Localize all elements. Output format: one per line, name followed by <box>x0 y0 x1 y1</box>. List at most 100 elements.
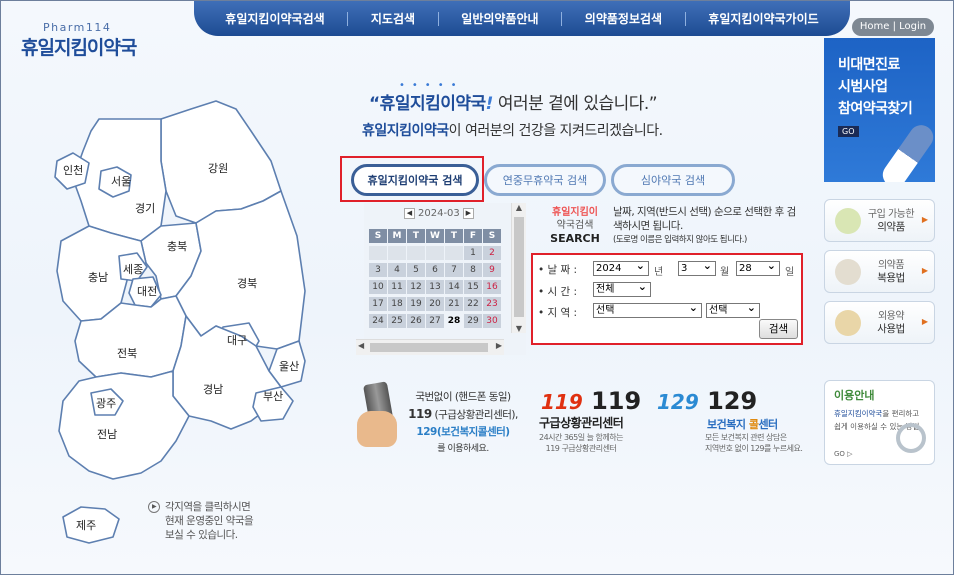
scroll-down-icon[interactable]: ▼ <box>512 324 526 333</box>
emergency-line: 129(보건복지콜센터) <box>399 424 527 441</box>
logo-119-mark: 119 <box>541 390 583 414</box>
scroll-left-icon[interactable]: ◀ <box>358 341 364 350</box>
calendar-day[interactable]: 6 <box>426 263 444 277</box>
calendar-vertical-scrollbar[interactable]: ▲ ▼ <box>511 203 526 333</box>
calendar-day[interactable]: 11 <box>388 280 406 294</box>
day-select[interactable]: 28 <box>736 261 780 276</box>
slogan-rest: 이 여러분의 건강을 지켜드리겠습니다. <box>448 123 663 139</box>
map-hint-line: 각지역을 클릭하시면 <box>165 501 251 513</box>
calendar-day[interactable]: 12 <box>407 280 425 294</box>
home-login-link[interactable]: Home | Login <box>852 18 934 36</box>
map-region-jeonnam[interactable] <box>58 370 190 480</box>
calendar-day[interactable]: 28 <box>445 314 463 328</box>
calendar-day[interactable]: 2 <box>483 246 501 260</box>
desc-129-line: 모든 보건복지 관련 상담은 <box>705 433 787 442</box>
emergency-line: 를 이용하세요. <box>437 444 489 454</box>
otc-drugs-button[interactable]: 구입 가능한 의약품 ▶ <box>824 199 935 242</box>
year-unit: 년 <box>654 267 664 278</box>
search-note: (도로명 이름은 입력하지 않아도 됩니다.) <box>613 235 747 245</box>
desc-119: 24시간 365일 늘 함께하는 119 구급상황관리센터 <box>539 432 623 454</box>
calendar-weekday: F <box>464 229 482 243</box>
calendar-day[interactable]: 4 <box>388 263 406 277</box>
scroll-right-icon[interactable]: ▶ <box>496 341 502 350</box>
calendar-day[interactable]: 23 <box>483 297 501 311</box>
calendar-day[interactable]: 15 <box>464 280 482 294</box>
year-select[interactable]: 2024 <box>593 261 649 276</box>
calendar-day[interactable]: 22 <box>464 297 482 311</box>
map-label-gyeongnam: 경남 <box>203 383 223 396</box>
search-description: 날짜, 지역(반드시 선택) 순으로 선택한 후 검색하시면 됩니다. <box>613 206 796 232</box>
nav-drug-info[interactable]: 의약품정보검색 <box>585 10 662 27</box>
prev-month-icon[interactable]: ◀ <box>404 208 415 219</box>
calendar-day[interactable]: 27 <box>426 314 444 328</box>
nav-otc-guide[interactable]: 일반의약품안내 <box>461 10 538 27</box>
calendar-day[interactable]: 20 <box>426 297 444 311</box>
tab-night-pharmacy[interactable]: 심야약국 검색 <box>611 164 735 196</box>
korea-map: 인천 서울 경기 강원 충북 세종 충남 대전 경북 대구 전북 울산 경남 부… <box>54 100 306 544</box>
calendar-day[interactable]: 3 <box>369 263 387 277</box>
scroll-thumb[interactable] <box>370 343 488 352</box>
search-button[interactable]: 검색 <box>759 319 798 339</box>
calendar-day[interactable]: 29 <box>464 314 482 328</box>
nav-holiday-search[interactable]: 휴일지킴이약국검색 <box>225 10 324 27</box>
calendar-day[interactable]: 17 <box>369 297 387 311</box>
usage-guide-box[interactable]: 이용안내 휴일지킴이약국을 편리하고 쉽게 이용하실 수 있는 방법 GO ▷ <box>824 380 935 465</box>
slogan-line1: “휴일지킴이약국! 여러분 곁에 있습니다.” <box>369 89 658 114</box>
calendar-day[interactable]: 19 <box>407 297 425 311</box>
nav-guide[interactable]: 휴일지킴이약국가이드 <box>708 10 818 27</box>
calendar-day[interactable]: 25 <box>388 314 406 328</box>
calendar-day[interactable]: 1 <box>464 246 482 260</box>
calendar-day[interactable]: 14 <box>445 280 463 294</box>
calendar-day[interactable]: 18 <box>388 297 406 311</box>
calendar-day[interactable]: 26 <box>407 314 425 328</box>
site-logo[interactable]: 휴일지킴이약국 <box>21 33 137 60</box>
logo-119: 119 119 <box>541 387 641 415</box>
title-129-a: 보건복지 <box>707 418 749 431</box>
usage-guide-go[interactable]: GO ▷ <box>834 450 853 458</box>
scroll-up-icon[interactable]: ▲ <box>512 203 526 212</box>
calendar-day[interactable]: 13 <box>426 280 444 294</box>
map-label-chungbuk: 충북 <box>167 240 187 253</box>
banner-line: 참여약국찾기 <box>838 101 913 117</box>
calendar-day[interactable]: 16 <box>483 280 501 294</box>
telemedicine-banner[interactable]: 비대면진료 시범사업 참여약국찾기 GO <box>824 38 935 182</box>
calendar-day[interactable]: 21 <box>445 297 463 311</box>
calendar-day[interactable]: 8 <box>464 263 482 277</box>
calendar-horizontal-scrollbar[interactable]: ◀ ▶ <box>356 339 504 355</box>
tab-open-all-year[interactable]: 연중무휴약국 검색 <box>484 164 606 196</box>
month-select[interactable]: 3 <box>678 261 716 276</box>
region-select[interactable]: 선택 <box>593 303 702 318</box>
map-label-gangwon: 강원 <box>208 162 228 175</box>
map-hint-line: 보실 수 있습니다. <box>165 529 238 541</box>
hand-icon <box>357 411 397 447</box>
map-label-seoul: 서울 <box>111 175 131 188</box>
side-btn-label: 의약품 복용법 <box>865 259 917 285</box>
map-label-sejong: 세종 <box>123 263 143 276</box>
title-119: 구급상황관리센터 <box>539 416 624 430</box>
calendar-day[interactable]: 24 <box>369 314 387 328</box>
calendar-empty-cell <box>407 246 425 260</box>
topical-usage-button[interactable]: 외용약 사용법 ▶ <box>824 301 935 344</box>
calendar-empty-cell <box>445 246 463 260</box>
emergency-119-desc: (구급상황관리센터), <box>431 409 519 421</box>
calendar-empty-cell <box>426 246 444 260</box>
subregion-select[interactable]: 선택 <box>706 303 760 318</box>
next-month-icon[interactable]: ▶ <box>462 208 474 219</box>
calendar-weekday: S <box>369 229 387 243</box>
desc-129-line: 지역번호 없이 129를 누르세요. <box>705 444 803 453</box>
calendar-day[interactable]: 30 <box>483 314 501 328</box>
calendar-day[interactable]: 10 <box>369 280 387 294</box>
calendar-grid: S M T W T F S 1 2 3 4 5 6 7 8 9 10 11 12 13 14 15 16 17 18 19 20 21… <box>369 229 501 331</box>
time-select[interactable]: 전체 <box>593 282 651 297</box>
scroll-thumb[interactable] <box>514 217 524 317</box>
calendar-day[interactable]: 5 <box>407 263 425 277</box>
drug-usage-button[interactable]: 의약품 복용법 ▶ <box>824 250 935 293</box>
calendar-day[interactable]: 7 <box>445 263 463 277</box>
calendar-day[interactable]: 9 <box>483 263 501 277</box>
banner-go[interactable]: GO <box>838 126 859 137</box>
nav-map-search[interactable]: 지도검색 <box>371 10 415 27</box>
tab-holiday-pharmacy[interactable]: 휴일지킴이약국 검색 <box>351 164 479 196</box>
region-label: • 지 역 : <box>538 307 578 319</box>
date-label: • 날 짜 : <box>538 264 578 276</box>
side-btn-label: 구입 가능한 의약품 <box>865 208 917 234</box>
